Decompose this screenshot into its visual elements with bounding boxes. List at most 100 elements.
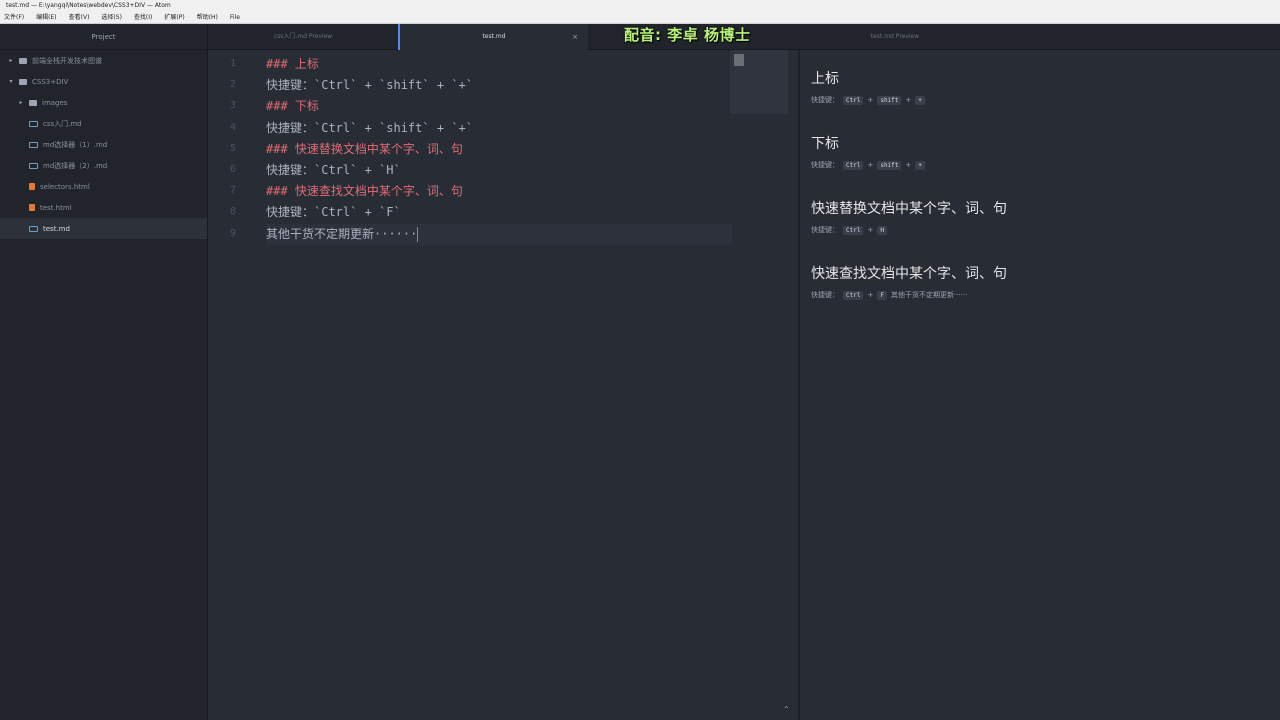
tree-item-label: test.html <box>40 203 72 212</box>
code-text: 其他干货不定期更新······ <box>266 226 418 241</box>
inline-code: + <box>915 160 925 170</box>
tree-item-label: md选择器（2）.md <box>43 161 108 170</box>
text-editor[interactable]: 1 ### 上标 2 快捷键：`Ctrl` + `shift` + `+` 3 ### 下… <box>208 50 798 720</box>
inline-code: H <box>877 225 887 235</box>
menu-item[interactable]: 文件(F) <box>4 12 24 23</box>
watermark-caption: 配音: 李卓 杨博士 <box>624 26 751 44</box>
chevron-down-icon[interactable]: ▾ <box>8 78 14 85</box>
code-line[interactable]: ### 快速查找文档中某个字、词、句 <box>266 181 463 202</box>
code-line[interactable]: ### 下标 <box>266 96 319 117</box>
code-line[interactable]: ### 上标 <box>266 54 319 75</box>
minimap-thumb[interactable] <box>734 54 744 66</box>
preview-paragraph: 快捷键： Ctrl + F 其他干货不定期更新······ <box>811 290 967 300</box>
code-text: 快捷键：`Ctrl` + `shift` + `+` <box>266 78 473 93</box>
folder-icon <box>19 78 27 85</box>
tree-item-label: test.md <box>43 224 70 233</box>
tree-item-label: selectors.html <box>40 182 90 191</box>
menu-item[interactable]: 编辑(E) <box>36 12 56 23</box>
chevron-right-icon[interactable]: ▸ <box>18 99 24 106</box>
inline-code: shift <box>877 95 902 105</box>
code-line[interactable]: ### 快速替换文档中某个字、词、句 <box>266 139 463 160</box>
tree-item[interactable]: md选择器（2）.md <box>0 155 207 176</box>
line-number: 7 <box>229 185 236 197</box>
tree-view: Project ▸ 前端全栈开发技术图谱 ▾ CSS3+DIV ▸ images css入门… <box>0 24 208 720</box>
chevron-right-icon[interactable]: ▸ <box>8 57 14 64</box>
inline-code: shift <box>877 160 902 170</box>
code-text: ### 下标 <box>266 99 319 114</box>
preview-suffix: 其他干货不定期更新······ <box>890 291 968 299</box>
code-line[interactable]: 快捷键：`Ctrl` + `F` <box>266 202 401 223</box>
line-number: 9 <box>229 227 236 239</box>
folder-icon <box>29 99 37 106</box>
tab-label: test.md Preview <box>870 33 920 40</box>
preview-prefix: 快捷键： <box>811 291 839 299</box>
line-number: 2 <box>229 79 236 91</box>
preview-paragraph: 快捷键： Ctrl + H <box>811 225 891 235</box>
inline-code: Ctrl <box>843 225 864 235</box>
code-text: 快捷键：`Ctrl` + `H` <box>266 163 401 177</box>
menu-item[interactable]: 查看(V) <box>69 12 90 23</box>
code-line[interactable]: 快捷键：`Ctrl` + `shift` + `+` <box>266 75 473 96</box>
preview-prefix: 快捷键： <box>811 161 839 169</box>
code-text: 快捷键：`Ctrl` + `shift` + `+` <box>266 120 473 135</box>
inline-code: Ctrl <box>843 95 864 105</box>
code-line[interactable]: 快捷键：`Ctrl` + `shift` + `+` <box>266 118 473 139</box>
line-number: 4 <box>229 121 236 133</box>
folder-icon <box>19 57 27 64</box>
preview-paragraph: 快捷键： Ctrl + shift + + <box>811 160 929 170</box>
minimap[interactable] <box>730 50 788 114</box>
tree-item[interactable]: selectors.html <box>0 176 207 197</box>
close-icon[interactable]: × <box>572 24 578 50</box>
code-line[interactable]: 其他干货不定期更新······ <box>266 223 732 245</box>
tree-item[interactable]: md选择器（1）.md <box>0 134 207 155</box>
tab-test-preview[interactable]: test.md Preview <box>800 24 990 50</box>
tree-item-label: md选择器（1）.md <box>43 140 108 149</box>
line-number: 3 <box>229 100 236 112</box>
inline-code: Ctrl <box>843 160 864 170</box>
html-file-icon <box>29 204 35 211</box>
plus-separator: + <box>867 161 874 169</box>
tab-test-md[interactable]: test.md × <box>398 24 588 50</box>
code-text: ### 快速查找文档中某个字、词、句 <box>266 184 463 199</box>
plus-separator: + <box>867 226 874 234</box>
tree-item[interactable]: test.html <box>0 197 207 218</box>
menu-item[interactable]: 扩展(P) <box>164 12 184 23</box>
window-title: test.md — E:\yangqi\Notes\webdev\CSS3+DI… <box>0 0 1280 12</box>
menu-item[interactable]: 查找(I) <box>134 12 152 23</box>
line-number: 8 <box>229 206 236 218</box>
text-cursor <box>417 226 419 242</box>
code-text: ### 上标 <box>266 57 319 71</box>
plus-separator: + <box>905 161 912 169</box>
tree-item[interactable]: ▸ images <box>0 92 207 113</box>
preview-heading: 上标 <box>811 71 839 87</box>
code-text: ### 快速替换文档中某个字、词、句 <box>266 141 463 156</box>
menu-item[interactable]: File <box>230 12 240 23</box>
chevron-up-icon[interactable]: ⌃ <box>783 705 790 714</box>
menu-item[interactable]: 选择(S) <box>101 12 122 23</box>
line-number: 6 <box>229 164 236 175</box>
tree-item[interactable]: css入门.md <box>0 113 207 134</box>
tree-item-label: 前端全栈开发技术图谱 <box>32 56 102 65</box>
tree-item-label: images <box>42 98 68 107</box>
tree-item[interactable]: ▾ CSS3+DIV <box>0 71 207 92</box>
line-number: 5 <box>229 142 236 154</box>
markdown-preview: 上标 快捷键： Ctrl + shift + + 下标 快捷键： Ctrl + shift + + 快速替换… <box>800 50 1280 720</box>
tree-item[interactable]: test.md <box>0 218 207 239</box>
plus-separator: + <box>905 96 912 104</box>
plus-separator: + <box>867 291 874 299</box>
menu-item[interactable]: 帮助(H) <box>197 12 218 23</box>
tree-item-label: CSS3+DIV <box>32 77 69 86</box>
markdown-file-icon <box>29 225 38 232</box>
tree-items: ▸ 前端全栈开发技术图谱 ▾ CSS3+DIV ▸ images css入门.md md选择器… <box>0 50 207 239</box>
code-line[interactable]: 快捷键：`Ctrl` + `H` <box>266 160 401 181</box>
inline-code: Ctrl <box>843 290 864 300</box>
plus-separator: + <box>867 96 874 104</box>
tree-item-label: css入门.md <box>43 119 82 128</box>
inline-code: + <box>915 95 925 105</box>
html-file-icon <box>29 183 35 190</box>
markdown-file-icon <box>29 120 38 127</box>
tab-css-preview[interactable]: css入门.md Preview <box>208 24 398 50</box>
tree-item[interactable]: ▸ 前端全栈开发技术图谱 <box>0 50 207 71</box>
tree-header: Project <box>0 24 207 50</box>
preview-heading: 快速查找文档中某个字、词、句 <box>811 266 1007 282</box>
